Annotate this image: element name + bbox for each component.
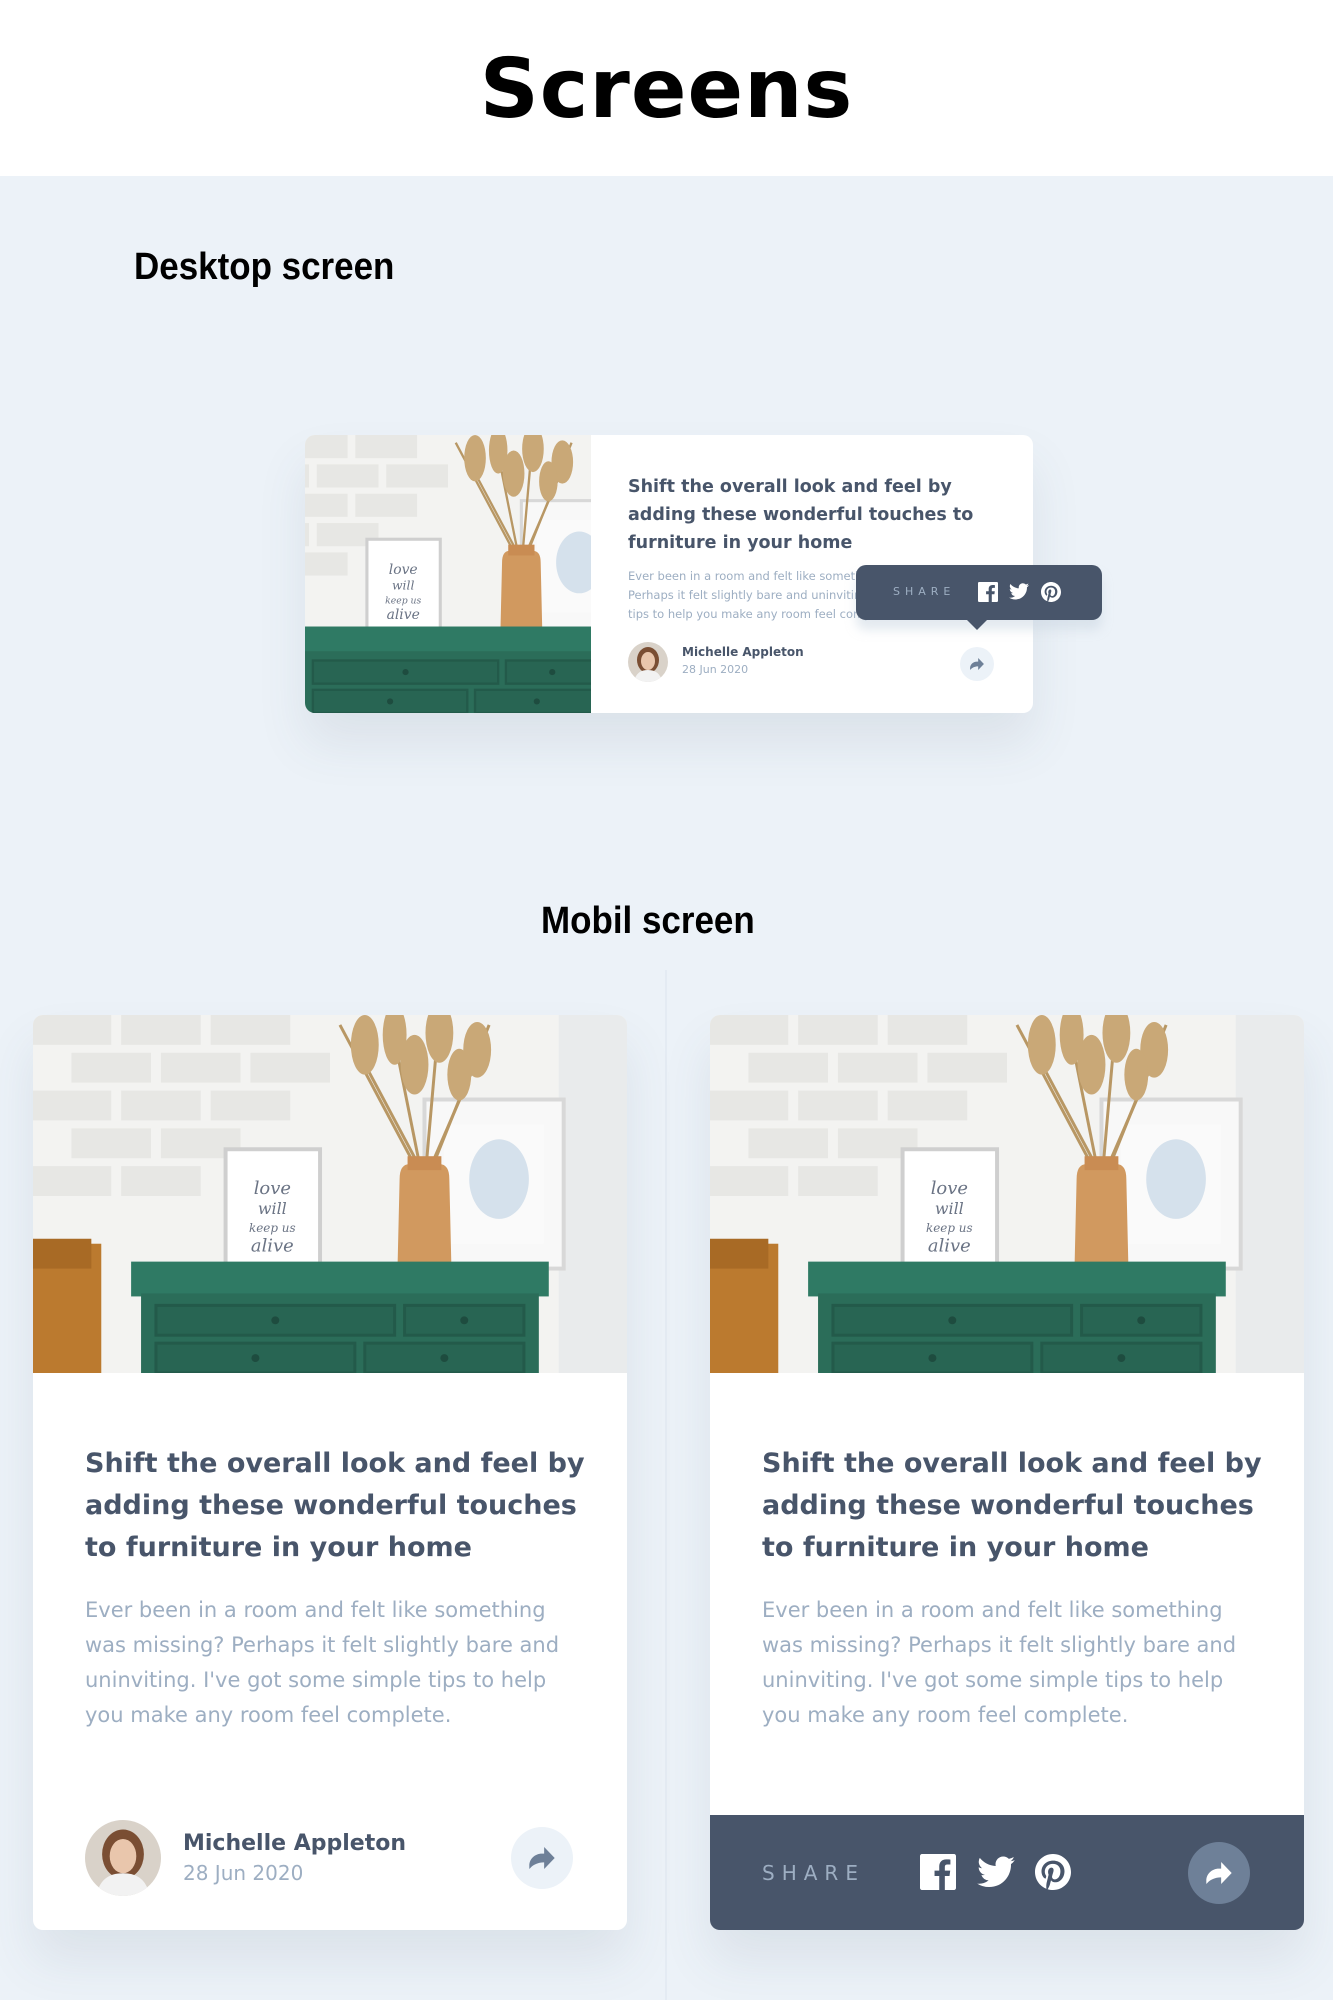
svg-text:keep us: keep us xyxy=(249,1221,296,1235)
share-button[interactable] xyxy=(960,647,994,681)
article-headline[interactable]: Shift the overall look and feel by addin… xyxy=(628,473,998,557)
share-button[interactable] xyxy=(511,1827,573,1889)
author-photo xyxy=(85,1820,161,1896)
author-avatar xyxy=(85,1820,161,1896)
svg-text:alive: alive xyxy=(251,1236,294,1257)
tooltip-arrow xyxy=(965,618,989,630)
article-headline[interactable]: Shift the overall look and feel by addin… xyxy=(85,1443,585,1569)
share-bar: SHARE xyxy=(710,1815,1304,1930)
share-arrow-icon xyxy=(1206,1862,1232,1884)
desktop-section-title: Desktop screen xyxy=(134,246,395,288)
svg-text:keep us: keep us xyxy=(926,1221,973,1235)
facebook-icon[interactable] xyxy=(978,582,998,602)
publish-date: 28 Jun 2020 xyxy=(682,663,749,676)
svg-text:alive: alive xyxy=(387,607,420,623)
twitter-icon[interactable] xyxy=(1009,583,1029,600)
article-description: Ever been in a room and felt like someth… xyxy=(762,1598,1237,1727)
svg-text:love: love xyxy=(389,562,418,578)
page-title: Screens xyxy=(479,42,854,137)
share-button-active[interactable] xyxy=(1188,1842,1250,1904)
svg-text:keep us: keep us xyxy=(385,595,421,606)
share-arrow-icon xyxy=(970,658,984,670)
share-tooltip: SHARE xyxy=(856,565,1102,620)
pinterest-icon[interactable] xyxy=(1041,582,1061,602)
svg-text:will: will xyxy=(935,1199,964,1218)
mobile-article-card-share-active: love will keep us alive Shift the overal… xyxy=(710,1015,1304,1930)
svg-text:love: love xyxy=(931,1178,968,1199)
mobile-section-title: Mobil screen xyxy=(541,900,755,942)
drawers-photo: love will keep us alive xyxy=(33,1015,627,1373)
author-photo xyxy=(628,642,668,682)
author-name: Michelle Appleton xyxy=(682,645,804,659)
article-headline[interactable]: Shift the overall look and feel by addin… xyxy=(762,1443,1262,1569)
facebook-icon[interactable] xyxy=(920,1854,956,1890)
article-photo: love will keep us alive xyxy=(33,1015,627,1373)
svg-text:alive: alive xyxy=(928,1236,971,1257)
mobile-divider xyxy=(665,970,667,2000)
drawers-photo: love will keep us alive xyxy=(710,1015,1304,1373)
share-label: SHARE xyxy=(762,1861,865,1885)
publish-date: 28 Jun 2020 xyxy=(183,1861,304,1885)
share-label: SHARE xyxy=(893,585,956,598)
svg-text:will: will xyxy=(258,1199,287,1218)
drawers-photo: love will keep us alive xyxy=(305,435,591,713)
share-arrow-icon xyxy=(529,1847,555,1869)
svg-text:will: will xyxy=(392,578,414,592)
svg-text:love: love xyxy=(254,1178,291,1199)
article-photo: love will keep us alive xyxy=(710,1015,1304,1373)
pinterest-icon[interactable] xyxy=(1035,1854,1071,1890)
article-photo: love will keep us alive xyxy=(305,435,591,713)
article-description: Ever been in a room and felt like someth… xyxy=(85,1598,560,1727)
mobile-article-card-default: love will keep us alive Shift the overal… xyxy=(33,1015,627,1930)
twitter-icon[interactable] xyxy=(977,1856,1015,1888)
author-name: Michelle Appleton xyxy=(183,1831,406,1856)
author-avatar xyxy=(628,642,668,682)
